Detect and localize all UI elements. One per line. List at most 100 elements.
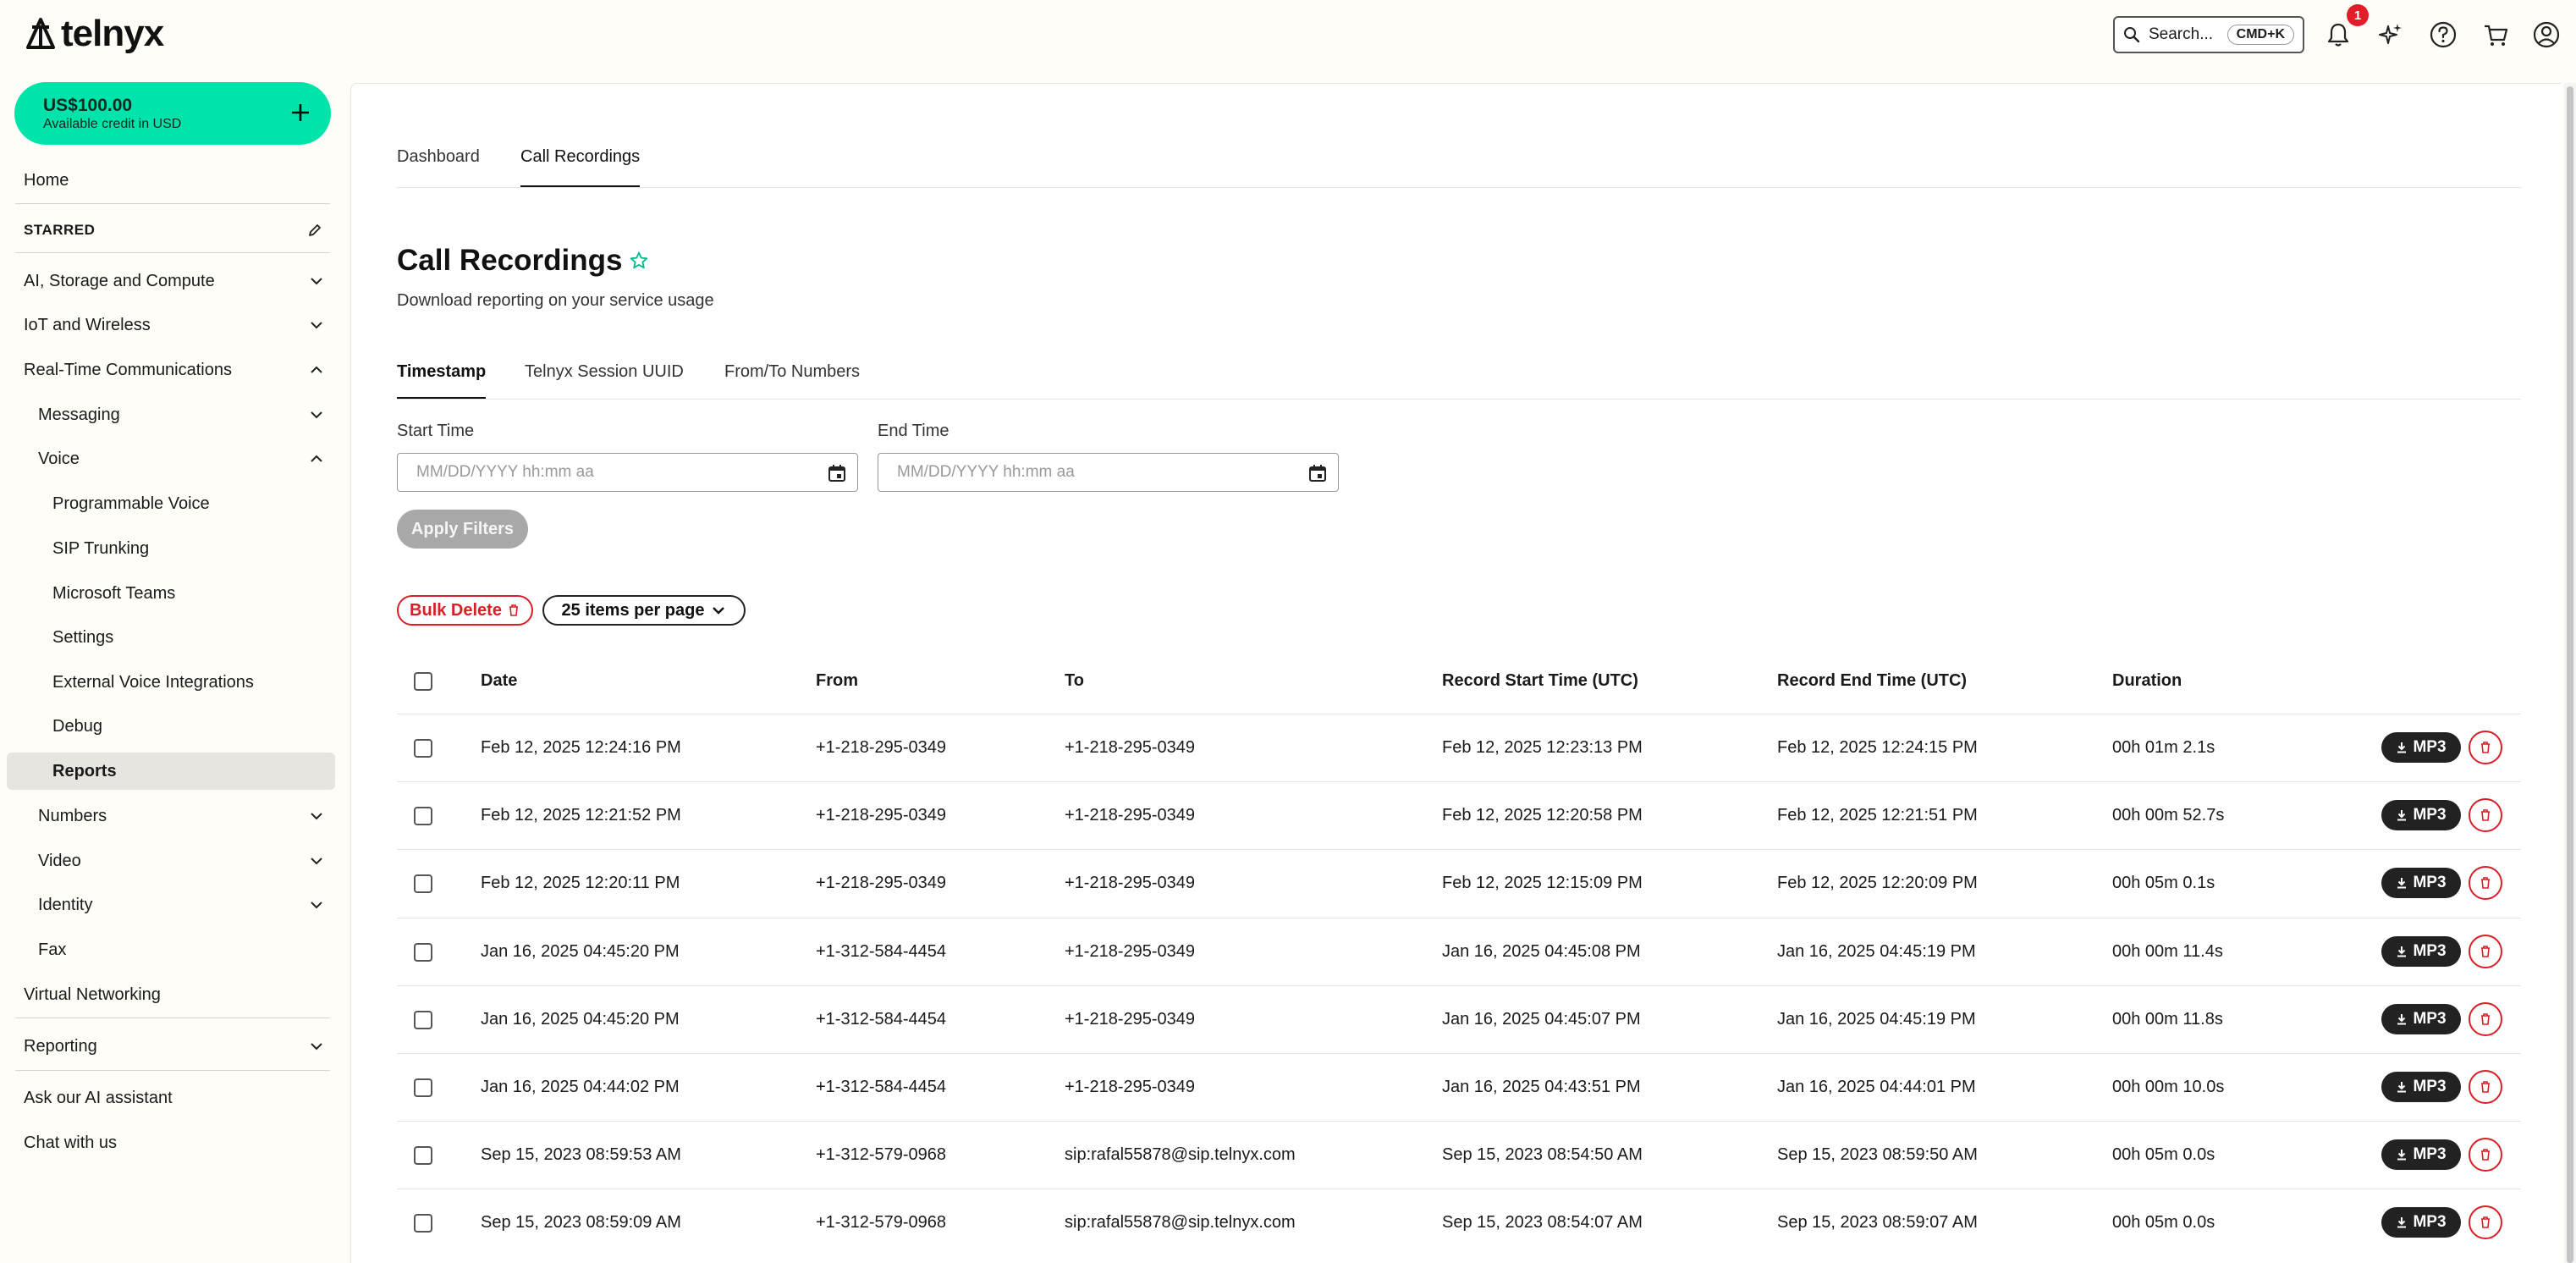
- sidebar-item-virtual-networking[interactable]: Virtual Networking: [7, 976, 335, 1013]
- cell-record-start: Feb 12, 2025 12:20:58 PM: [1442, 806, 1643, 825]
- divider: [15, 203, 330, 204]
- sidebar-item-label: Reporting: [24, 1036, 97, 1056]
- sidebar-item-messaging[interactable]: Messaging: [7, 396, 335, 433]
- download-mp3-button[interactable]: MP3: [2381, 1003, 2461, 1034]
- account-button[interactable]: [2532, 20, 2561, 49]
- sidebar-item-label: External Voice Integrations: [52, 672, 254, 692]
- download-mp3-button[interactable]: MP3: [2381, 800, 2461, 831]
- column-header-to[interactable]: To: [1065, 671, 1084, 691]
- items-per-page-select[interactable]: 25 items per page: [542, 595, 746, 626]
- sidebar-item-ai-storage[interactable]: AI, Storage and Compute: [7, 262, 335, 300]
- credit-balance-card[interactable]: US$100.00 Available credit in USD: [14, 82, 331, 145]
- delete-recording-button[interactable]: [2469, 1001, 2502, 1036]
- download-icon: [2397, 1150, 2407, 1161]
- favorite-star-icon[interactable]: [629, 251, 649, 271]
- sidebar-item-label: Virtual Networking: [24, 984, 161, 1004]
- sidebar-item-numbers[interactable]: Numbers: [7, 797, 335, 835]
- delete-recording-button[interactable]: [2469, 1138, 2502, 1172]
- telnyx-logo[interactable]: telnyx: [24, 13, 164, 54]
- sidebar-item-voice[interactable]: Voice: [7, 440, 335, 477]
- sidebar-item-programmable-voice[interactable]: Programmable Voice: [7, 485, 335, 522]
- calendar-icon[interactable]: [827, 463, 847, 483]
- tab-dashboard[interactable]: Dashboard: [397, 147, 480, 188]
- select-all-checkbox[interactable]: [414, 672, 432, 691]
- divider: [15, 1070, 330, 1071]
- cell-from: +1-312-584-4454: [816, 1078, 947, 1096]
- filter-tabs-divider: [397, 399, 2521, 400]
- start-time-field[interactable]: [397, 453, 858, 492]
- notification-badge: 1: [2347, 4, 2369, 26]
- delete-recording-button[interactable]: [2469, 798, 2502, 833]
- end-time-input[interactable]: [897, 463, 1319, 482]
- sidebar-item-external-voice[interactable]: External Voice Integrations: [7, 664, 335, 701]
- tab-timestamp[interactable]: Timestamp: [397, 362, 487, 400]
- delete-recording-button[interactable]: [2469, 934, 2502, 968]
- bulk-delete-button[interactable]: Bulk Delete: [397, 595, 533, 626]
- sidebar-item-video[interactable]: Video: [7, 842, 335, 880]
- row-checkbox[interactable]: [414, 874, 432, 894]
- cell-date: Feb 12, 2025 12:20:11 PM: [481, 874, 680, 893]
- row-checkbox[interactable]: [414, 807, 432, 826]
- delete-recording-button[interactable]: [2469, 866, 2502, 901]
- cell-record-end: Feb 12, 2025 12:24:15 PM: [1777, 738, 1978, 757]
- start-time-input[interactable]: [416, 463, 839, 482]
- download-mp3-button[interactable]: MP3: [2381, 1072, 2461, 1102]
- sidebar-item-fax[interactable]: Fax: [7, 931, 335, 968]
- sidebar-item-label: Fax: [38, 940, 67, 959]
- sidebar-item-chat[interactable]: Chat with us: [7, 1124, 335, 1161]
- sidebar-item-rtc[interactable]: Real-Time Communications: [7, 351, 335, 389]
- sidebar-item-settings[interactable]: Settings: [7, 619, 335, 656]
- sidebar-item-microsoft-teams[interactable]: Microsoft Teams: [7, 575, 335, 612]
- help-button[interactable]: [2429, 20, 2458, 49]
- calendar-icon[interactable]: [1307, 463, 1328, 483]
- row-checkbox[interactable]: [414, 942, 432, 962]
- edit-pencil-icon[interactable]: [306, 222, 323, 239]
- cart-button[interactable]: [2481, 20, 2510, 49]
- download-mp3-button[interactable]: MP3: [2381, 1139, 2461, 1171]
- sidebar-item-reporting[interactable]: Reporting: [7, 1028, 335, 1065]
- trash-icon: [2481, 1012, 2490, 1025]
- tab-from-to-numbers[interactable]: From/To Numbers: [724, 362, 860, 400]
- table-row: Jan 16, 2025 04:44:02 PM +1-312-584-4454…: [397, 1053, 2521, 1121]
- tab-session-uuid[interactable]: Telnyx Session UUID: [525, 362, 684, 400]
- download-icon: [2397, 1082, 2407, 1093]
- sidebar-item-identity[interactable]: Identity: [7, 886, 335, 924]
- apply-filters-button[interactable]: Apply Filters: [397, 510, 528, 549]
- logo-text: telnyx: [61, 13, 164, 54]
- download-mp3-button[interactable]: MP3: [2381, 935, 2461, 967]
- end-time-field[interactable]: [878, 453, 1339, 492]
- download-mp3-button[interactable]: MP3: [2381, 732, 2461, 763]
- tab-call-recordings[interactable]: Call Recordings: [520, 147, 641, 188]
- sidebar-item-reports[interactable]: Reports: [7, 753, 335, 790]
- sidebar-item-ask-ai[interactable]: Ask our AI assistant: [7, 1079, 335, 1117]
- column-header-end[interactable]: Record End Time (UTC): [1777, 671, 1967, 691]
- column-header-start[interactable]: Record Start Time (UTC): [1442, 671, 1638, 691]
- add-credit-icon[interactable]: [285, 97, 316, 128]
- download-mp3-button[interactable]: MP3: [2381, 868, 2461, 899]
- row-checkbox[interactable]: [414, 1146, 432, 1166]
- row-checkbox[interactable]: [414, 1010, 432, 1029]
- row-checkbox[interactable]: [414, 739, 432, 758]
- delete-recording-button[interactable]: [2469, 731, 2502, 764]
- sidebar-item-sip-trunking[interactable]: SIP Trunking: [7, 530, 335, 567]
- ai-sparkle-button[interactable]: [2376, 20, 2405, 49]
- search-button[interactable]: Search... CMD+K: [2113, 16, 2304, 53]
- sidebar-item-home[interactable]: Home: [7, 162, 335, 199]
- row-checkbox[interactable]: [414, 1078, 432, 1097]
- download-mp3-button[interactable]: MP3: [2381, 1207, 2461, 1238]
- delete-recording-button[interactable]: [2469, 1205, 2502, 1240]
- row-checkbox[interactable]: [414, 1214, 432, 1233]
- column-header-date[interactable]: Date: [481, 671, 517, 691]
- scrollbar-thumb[interactable]: [2567, 86, 2573, 1263]
- column-header-from[interactable]: From: [816, 671, 858, 691]
- notifications-button[interactable]: [2324, 20, 2353, 49]
- sidebar-item-label: Home: [24, 170, 69, 190]
- column-header-duration[interactable]: Duration: [2112, 671, 2182, 691]
- delete-recording-button[interactable]: [2469, 1070, 2502, 1104]
- sidebar-item-debug[interactable]: Debug: [7, 708, 335, 745]
- sidebar-item-label: SIP Trunking: [52, 538, 150, 558]
- scrollbar[interactable]: [2564, 83, 2576, 1263]
- sidebar-item-iot[interactable]: IoT and Wireless: [7, 306, 335, 344]
- cell-record-start: Jan 16, 2025 04:45:08 PM: [1442, 941, 1641, 961]
- trash-icon: [2481, 1149, 2490, 1161]
